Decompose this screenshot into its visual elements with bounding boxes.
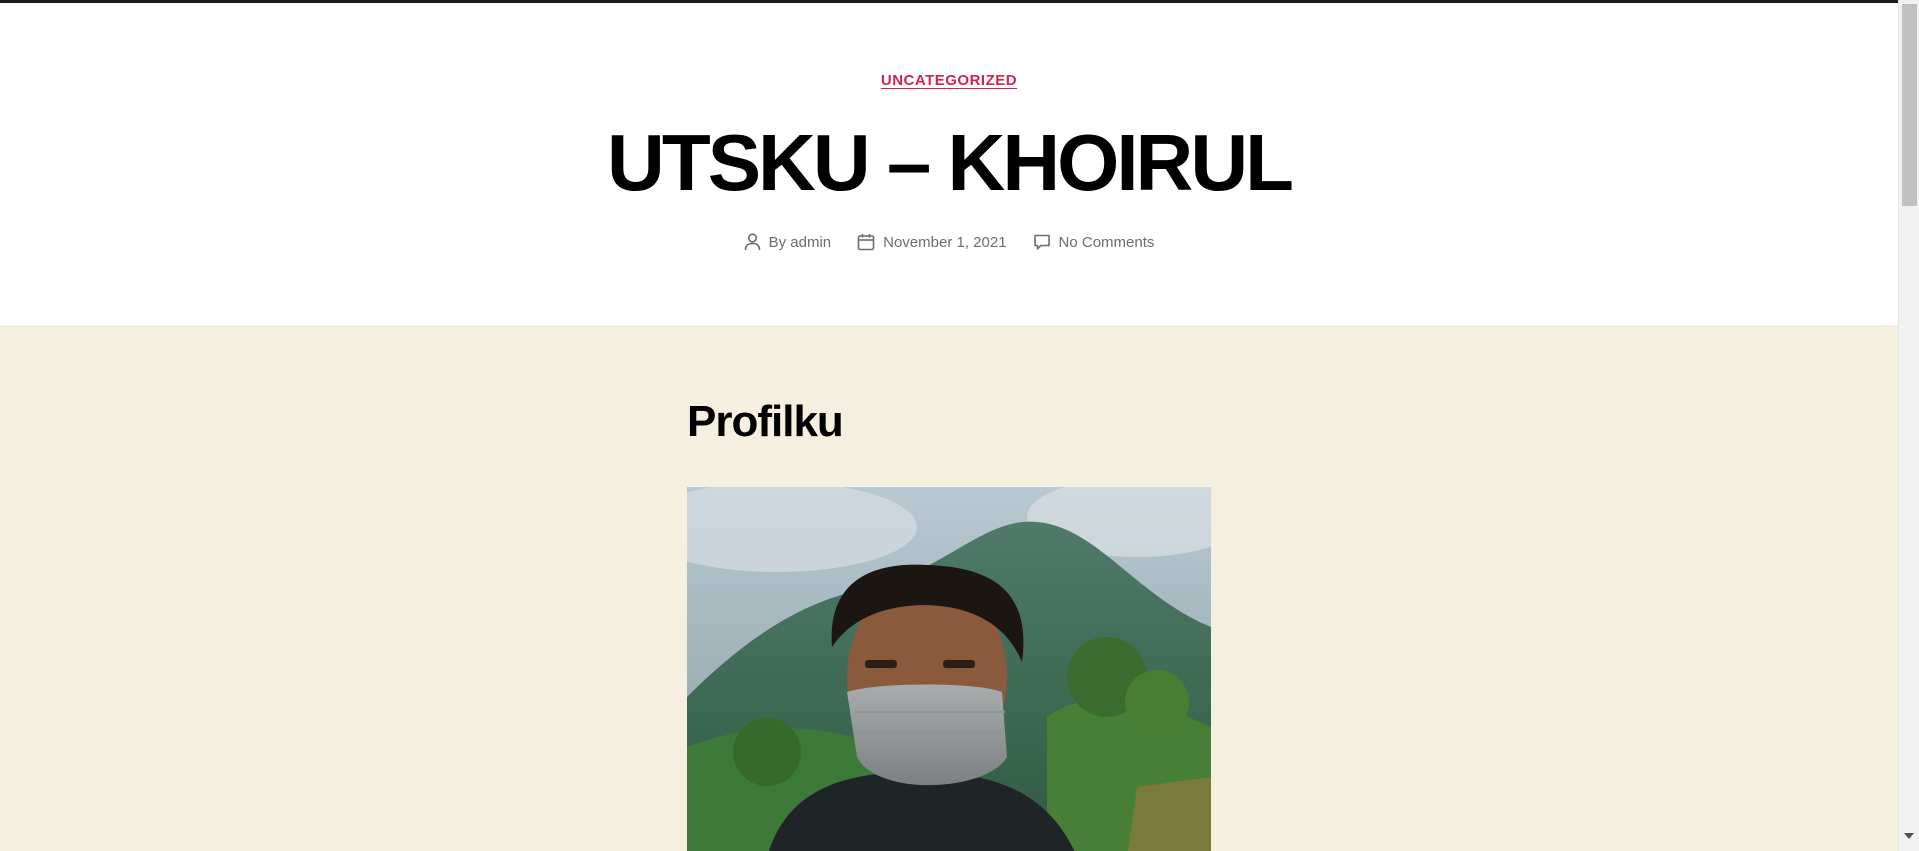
post-content: Profilku — [0, 325, 1898, 851]
entry-header: UNCATEGORIZED UTSKU – KHOIRUL By admin N… — [0, 3, 1898, 325]
content-heading: Profilku — [687, 397, 844, 446]
post-page: UNCATEGORIZED UTSKU – KHOIRUL By admin N… — [0, 0, 1898, 851]
comment-bubble-icon — [1033, 233, 1051, 251]
top-border — [0, 0, 1898, 3]
calendar-icon — [857, 233, 875, 251]
scroll-down-arrow-icon[interactable] — [1904, 833, 1914, 839]
browser-viewport: UNCATEGORIZED UTSKU – KHOIRUL By admin N… — [0, 0, 1919, 851]
post-author: By admin — [744, 233, 832, 251]
category-link-label[interactable]: UNCATEGORIZED — [881, 72, 1017, 89]
user-icon — [744, 233, 761, 251]
vertical-scrollbar[interactable] — [1898, 0, 1919, 851]
post-author-link[interactable]: By admin — [769, 234, 832, 251]
post-comments-link[interactable]: No Comments — [1059, 234, 1155, 251]
post-comments: No Comments — [1033, 233, 1155, 251]
post-date-link[interactable]: November 1, 2021 — [883, 234, 1006, 251]
scrollbar-thumb[interactable] — [1902, 4, 1917, 206]
category-link: UNCATEGORIZED — [0, 72, 1898, 89]
post-title: UTSKU – KHOIRUL — [607, 118, 1294, 207]
post-date: November 1, 2021 — [857, 233, 1007, 251]
post-meta: By admin November 1, 2021 No Comments — [0, 233, 1898, 251]
profile-photo — [687, 487, 1211, 851]
